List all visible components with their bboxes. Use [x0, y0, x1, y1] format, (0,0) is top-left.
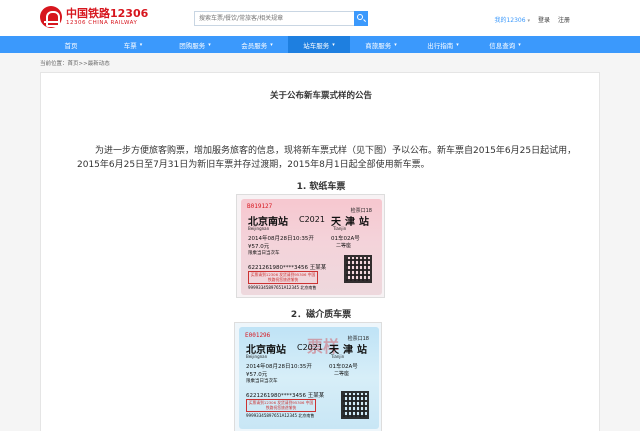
ticket-id: 6221261980****3456 王某某: [246, 393, 325, 399]
magnetic-ticket-image: 票样 E001296 检票口18 北京南站 C2021 天津站 Beijingn…: [234, 322, 382, 431]
ticket-bottom-code: 99993345897651A12345 北京南售: [248, 285, 317, 290]
ticket-date: 2014年08月28日10:35开: [246, 364, 312, 370]
breadcrumb: 当前位置：首页>>最新动态: [40, 61, 110, 67]
logo-title: 中国铁路12306: [66, 6, 149, 20]
ticket-bottom-code: 99993345897651A12345 北京南售: [246, 413, 315, 418]
section-heading-magnetic-ticket: 2．磁介质车票: [290, 310, 352, 320]
header: 中国铁路12306 12306 CHINA RAILWAY 我的12306 ▾ …: [0, 0, 640, 36]
search-icon: [357, 14, 363, 20]
chevron-down-icon: ▾: [208, 41, 211, 48]
ticket-train: C2021: [299, 215, 325, 224]
nav-item-tickets[interactable]: 车票 ▾: [102, 36, 164, 53]
register-link[interactable]: 注册: [558, 15, 570, 24]
ticket-serial: E001296: [245, 332, 271, 339]
ticket-class: 二等座: [334, 371, 350, 377]
nav-item-group[interactable]: 团购服务 ▾: [164, 36, 226, 53]
nav-item-station[interactable]: 站车服务 ▾: [288, 36, 350, 53]
my-account-link[interactable]: 我的12306 ▾: [494, 15, 530, 24]
railway-logo-icon: [40, 6, 62, 28]
ticket-price: ¥57.0元: [248, 244, 270, 250]
chevron-down-icon: ▾: [332, 41, 335, 48]
search-input[interactable]: [194, 11, 354, 26]
ticket-date: 2014年08月28日10:35开: [248, 236, 314, 242]
chevron-down-icon: ▾: [456, 41, 459, 48]
qr-code-icon: [344, 255, 372, 283]
ticket: B019127 检票口18 北京南站 C2021 天津站 Beijingnan …: [241, 199, 382, 295]
ticket: 票样 E001296 检票口18 北京南站 C2021 天津站 Beijingn…: [239, 327, 379, 429]
nav-item-home[interactable]: 首页: [40, 36, 102, 53]
nav-item-business[interactable]: 商旅服务 ▾: [350, 36, 412, 53]
paper-ticket-image: B019127 检票口18 北京南站 C2021 天津站 Beijingnan …: [236, 194, 385, 298]
nav-item-query[interactable]: 信息查询 ▾: [474, 36, 536, 53]
chevron-down-icon: ▾: [139, 41, 143, 48]
search-bar: [194, 11, 368, 26]
user-links: 我的12306 ▾ 登录 注册: [494, 15, 570, 24]
ticket-note: 限乘当日当次车: [248, 251, 280, 256]
main-nav: 首页 车票 ▾ 团购服务 ▾ 会员服务 ▾ 站车服务 ▾ 商旅服务 ▾ 出行指南 ▾ 信息查…: [0, 36, 640, 53]
ticket-train: C2021: [297, 343, 323, 352]
nav-item-member[interactable]: 会员服务 ▾: [226, 36, 288, 53]
ticket-pinyin-to: Tianjin: [333, 226, 347, 231]
chevron-down-icon: ▾: [518, 41, 521, 48]
login-link[interactable]: 登录: [538, 15, 550, 24]
article-paragraph: 为进一步方便旅客购票，增加服务旅客的信息，现将新车票式样（见下图）予以公布。新车…: [77, 146, 577, 170]
ticket-pinyin-from: Beijingnan: [248, 226, 270, 231]
ticket-serial: B019127: [247, 203, 273, 210]
ticket-pinyin-from: Beijingnan: [246, 354, 268, 359]
chevron-down-icon: ▾: [394, 41, 397, 48]
ticket-seat: 01车02A号: [329, 364, 358, 370]
section-heading-paper-ticket: 1. 软纸车票: [296, 182, 346, 192]
qr-code-icon: [341, 391, 369, 419]
ticket-fine-print: 买票请到12306 发货请到95306 中国铁路祝您旅途愉快: [246, 399, 316, 412]
ticket-note: 限乘当日当次车: [246, 379, 278, 384]
logo-subtitle: 12306 CHINA RAILWAY: [66, 19, 138, 26]
chevron-down-icon: ▾: [270, 41, 273, 48]
ticket-id: 6221261980****3456 王某某: [248, 265, 327, 271]
ticket-fine-print: 买票请到12306 发货请到95306 中国铁路祝您旅途愉快: [248, 271, 318, 284]
article-panel: 关于公布新车票式样的公告 为进一步方便旅客购票，增加服务旅客的信息，现将新车票式…: [40, 72, 600, 431]
logo[interactable]: 中国铁路12306 12306 CHINA RAILWAY: [40, 6, 148, 28]
ticket-class: 二等座: [336, 243, 352, 249]
ticket-pinyin-to: Tianjin: [331, 354, 345, 359]
ticket-price: ¥57.0元: [246, 372, 268, 378]
chevron-down-icon: ▾: [527, 18, 530, 24]
ticket-seat: 01车02A号: [331, 236, 360, 242]
nav-item-guide[interactable]: 出行指南 ▾: [412, 36, 474, 53]
article-title: 关于公布新车票式样的公告: [269, 91, 372, 101]
search-button[interactable]: [354, 11, 368, 26]
